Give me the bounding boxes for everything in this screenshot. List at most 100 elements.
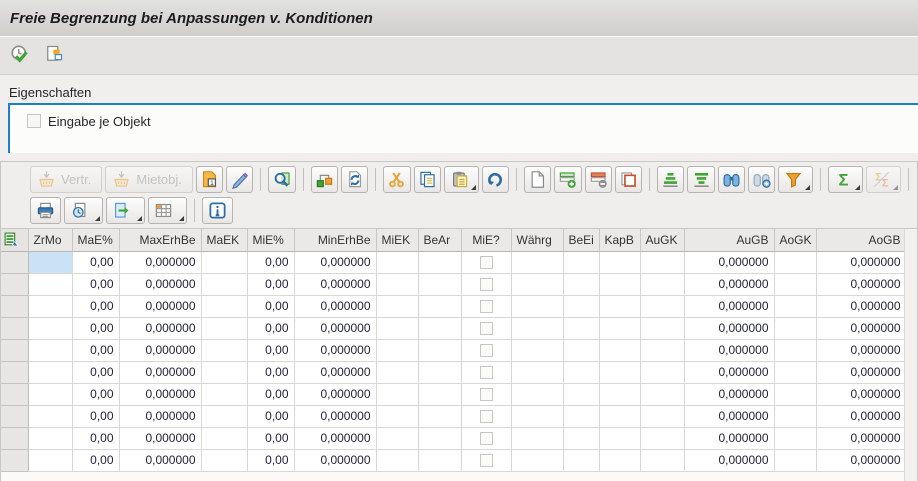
cell-maek[interactable]	[201, 383, 247, 405]
cell-mae_pct[interactable]: 0,00	[72, 383, 119, 405]
cell-waehrg[interactable]	[511, 405, 563, 427]
print-button[interactable]	[30, 197, 61, 224]
column-header-aogk[interactable]: AoGK	[774, 229, 816, 251]
cell-zrmo[interactable]	[28, 405, 72, 427]
cell-bear[interactable]	[418, 449, 461, 471]
cell-augk[interactable]	[640, 317, 684, 339]
column-header-maxerhbe[interactable]: MaxErhBe	[119, 229, 201, 251]
cell-maxerhbe[interactable]: 0,000000	[119, 383, 201, 405]
cell-augb[interactable]: 0,000000	[684, 295, 774, 317]
cell-aogk[interactable]	[774, 427, 816, 449]
cell-miek[interactable]	[376, 317, 418, 339]
choose-layout-button[interactable]	[148, 197, 187, 224]
mie-checkbox[interactable]	[480, 366, 493, 379]
cell-mie_pct[interactable]: 0,00	[247, 383, 294, 405]
cell-minerhbe[interactable]: 0,000000	[294, 427, 376, 449]
cell-mie_pct[interactable]: 0,00	[247, 339, 294, 361]
cell-waehrg[interactable]	[511, 361, 563, 383]
row-selector[interactable]	[1, 251, 28, 273]
cell-maek[interactable]	[201, 251, 247, 273]
insert-row-button[interactable]	[554, 166, 581, 193]
column-header-waehrg[interactable]: Währg	[511, 229, 563, 251]
cell-augb[interactable]: 0,000000	[684, 317, 774, 339]
cell-aogb[interactable]: 0,000000	[816, 383, 906, 405]
cell-waehrg[interactable]	[511, 449, 563, 471]
row-selector[interactable]	[1, 383, 28, 405]
cell-kapb[interactable]	[599, 405, 640, 427]
cell-aogk[interactable]	[774, 361, 816, 383]
cell-minerhbe[interactable]: 0,000000	[294, 405, 376, 427]
column-header-beei[interactable]: BeEi	[563, 229, 599, 251]
cell-kapb[interactable]	[599, 251, 640, 273]
cell-aogk[interactable]	[774, 383, 816, 405]
cell-miek[interactable]	[376, 339, 418, 361]
row-selector[interactable]	[1, 449, 28, 471]
cell-zrmo[interactable]	[28, 317, 72, 339]
sort-descending-button[interactable]	[687, 166, 714, 193]
cell-aogb[interactable]: 0,000000	[816, 405, 906, 427]
cell-aogb[interactable]: 0,000000	[816, 449, 906, 471]
mie-checkbox[interactable]	[480, 410, 493, 423]
column-header-kapb[interactable]: KapB	[599, 229, 640, 251]
cell-augb[interactable]: 0,000000	[684, 251, 774, 273]
column-header-aogb[interactable]: AoGB	[816, 229, 906, 251]
cell-mie_pct[interactable]: 0,00	[247, 295, 294, 317]
cell-kapb[interactable]	[599, 295, 640, 317]
cell-maxerhbe[interactable]: 0,000000	[119, 317, 201, 339]
cell-maxerhbe[interactable]: 0,000000	[119, 339, 201, 361]
cell-minerhbe[interactable]: 0,000000	[294, 295, 376, 317]
cell-mae_pct[interactable]: 0,00	[72, 339, 119, 361]
cell-augb[interactable]: 0,000000	[684, 339, 774, 361]
cell-aogk[interactable]	[774, 317, 816, 339]
cell-zrmo[interactable]	[28, 295, 72, 317]
cell-beei[interactable]	[563, 339, 599, 361]
copy-rows-button[interactable]	[414, 166, 441, 193]
cell-mae_pct[interactable]: 0,00	[72, 449, 119, 471]
cell-minerhbe[interactable]: 0,000000	[294, 449, 376, 471]
cell-bear[interactable]	[418, 427, 461, 449]
cell-augk[interactable]	[640, 361, 684, 383]
cell-maek[interactable]	[201, 273, 247, 295]
cell-maek[interactable]	[201, 405, 247, 427]
cell-mae_pct[interactable]: 0,00	[72, 405, 119, 427]
cell-zrmo[interactable]	[28, 383, 72, 405]
cell-minerhbe[interactable]: 0,000000	[294, 339, 376, 361]
cell-aogk[interactable]	[774, 295, 816, 317]
cell-maek[interactable]	[201, 317, 247, 339]
detail-view-button[interactable]	[268, 166, 295, 193]
cell-augk[interactable]	[640, 449, 684, 471]
cell-maxerhbe[interactable]: 0,000000	[119, 449, 201, 471]
total-button[interactable]: Σ	[828, 166, 863, 193]
cell-augb[interactable]: 0,000000	[684, 273, 774, 295]
cell-augk[interactable]	[640, 295, 684, 317]
cell-aogk[interactable]	[774, 251, 816, 273]
edit-button[interactable]	[226, 166, 253, 193]
cell-kapb[interactable]	[599, 273, 640, 295]
cell-beei[interactable]	[563, 361, 599, 383]
paste-button[interactable]	[444, 166, 479, 193]
cell-waehrg[interactable]	[511, 317, 563, 339]
column-header-augk[interactable]: AuGK	[640, 229, 684, 251]
cell-mie_pct[interactable]: 0,00	[247, 449, 294, 471]
cell-mae_pct[interactable]: 0,00	[72, 295, 119, 317]
cell-bear[interactable]	[418, 339, 461, 361]
row-selector[interactable]	[1, 405, 28, 427]
cell-minerhbe[interactable]: 0,000000	[294, 317, 376, 339]
cell-zrmo[interactable]	[28, 361, 72, 383]
vertrag-button[interactable]: Vertr.	[30, 166, 102, 193]
cell-kapb[interactable]	[599, 449, 640, 471]
cell-mie_pct[interactable]: 0,00	[247, 317, 294, 339]
cell-augb[interactable]: 0,000000	[684, 405, 774, 427]
cell-beei[interactable]	[563, 295, 599, 317]
cell-kapb[interactable]	[599, 339, 640, 361]
mie-checkbox[interactable]	[480, 432, 493, 445]
cell-bear[interactable]	[418, 383, 461, 405]
cell-aogb[interactable]: 0,000000	[816, 317, 906, 339]
export-button[interactable]	[106, 197, 145, 224]
eingabe-je-objekt-checkbox[interactable]	[27, 114, 41, 128]
cell-beei[interactable]	[563, 317, 599, 339]
cell-beei[interactable]	[563, 449, 599, 471]
cell-aogb[interactable]: 0,000000	[816, 427, 906, 449]
undo-button[interactable]	[482, 166, 509, 193]
cell-augb[interactable]: 0,000000	[684, 383, 774, 405]
